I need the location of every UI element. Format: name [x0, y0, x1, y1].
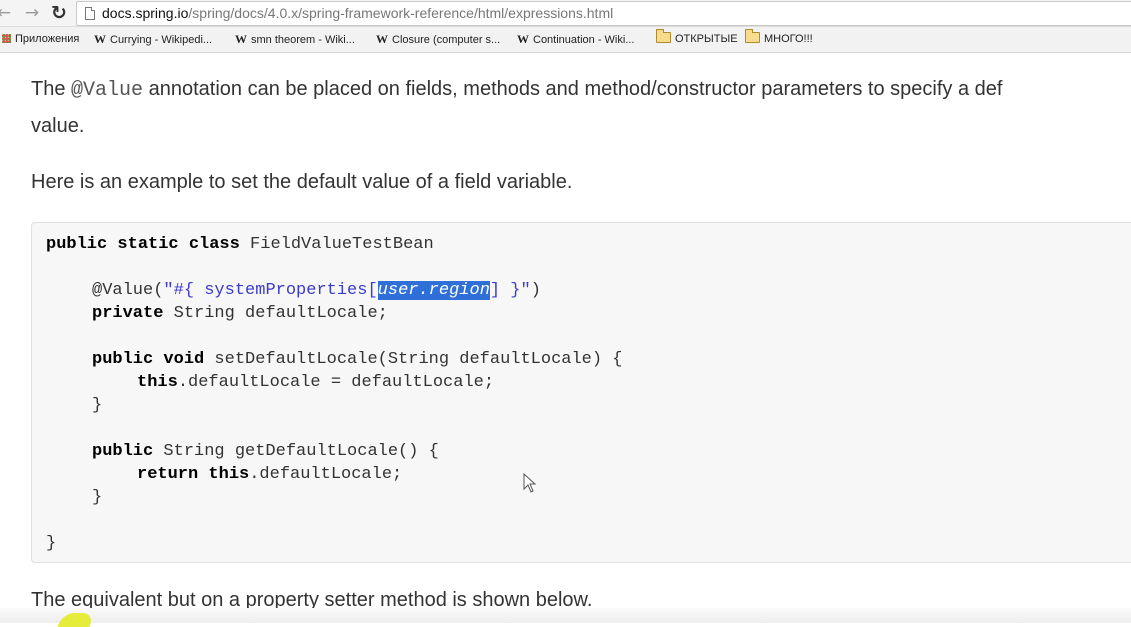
bookmark-label: Closure (computer s...	[392, 34, 501, 46]
bookmark-label: ОТКРЫТЫЕ	[675, 33, 738, 45]
bookmark-closure[interactable]: W Closure (computer s...	[375, 31, 500, 47]
bookmark-label: Приложения	[15, 33, 80, 45]
code-text: .defaultLocale;	[249, 465, 403, 484]
address-bar[interactable]: docs.spring.io/spring/docs/4.0.x/spring-…	[76, 1, 1131, 26]
apps-grid-icon	[2, 34, 11, 43]
arrow-left-icon[interactable]: ←	[0, 3, 14, 23]
bookmark-currying[interactable]: W Currying - Wikipedi...	[93, 31, 212, 47]
bookmark-folder-mnogo[interactable]: МНОГО!!!	[745, 29, 813, 47]
keyword: return this	[137, 465, 250, 484]
string-literal: "#{ systemProperties[	[163, 281, 378, 300]
wikipedia-icon: W	[94, 32, 106, 46]
code-text: FieldValueTestBean	[239, 235, 434, 254]
code-line: public static class FieldValueTestBean	[46, 233, 434, 256]
code-text: String defaultLocale;	[163, 304, 388, 323]
bookmark-label: МНОГО!!!	[764, 33, 813, 45]
code-line: @Value("#{ systemProperties[user.region]…	[92, 279, 541, 302]
code-line: }	[46, 534, 57, 553]
keyword: public void	[92, 350, 205, 369]
keyword: this	[137, 373, 178, 392]
text: annotation can be placed on fields, meth…	[143, 78, 1003, 100]
reload-icon[interactable]: ↻	[49, 3, 69, 23]
code-line: public String getDefaultLocale() {	[92, 440, 439, 463]
bookmarks-bar: Приложения W Currying - Wikipedi... Wsmn …	[0, 27, 1131, 53]
bookmark-continuation[interactable]: W Continuation - Wiki...	[516, 31, 634, 47]
code-line: }	[92, 488, 103, 507]
wikipedia-icon: W	[235, 32, 247, 46]
paragraph-example-intro: Here is an example to set the default va…	[31, 171, 573, 193]
code-line: public void setDefaultLocale(String defa…	[92, 348, 623, 371]
paragraph-continuation: value.	[31, 115, 85, 137]
url-host: docs.spring.io	[102, 5, 189, 21]
bookmark-label: Continuation - Wiki...	[533, 34, 635, 46]
string-literal: ] }"	[489, 281, 531, 300]
annotation: @Value(	[92, 281, 164, 300]
selected-text[interactable]: user.region	[377, 281, 490, 300]
wikipedia-icon: W	[517, 32, 529, 46]
code-block: public static class FieldValueTestBean @…	[31, 222, 1131, 563]
page-icon	[85, 7, 95, 20]
keyword: public static class	[46, 235, 240, 254]
code-text: setDefaultLocale(String defaultLocale) {	[204, 350, 623, 369]
inline-code: @Value	[71, 79, 144, 102]
text: The	[31, 78, 72, 100]
browser-toolbar: ← → ↻ docs.spring.io/spring/docs/4.0.x/s…	[0, 0, 1131, 27]
bookmark-apps[interactable]: Приложения	[2, 31, 79, 47]
bookmark-label: Currying - Wikipedi...	[110, 34, 213, 46]
url-path: /spring/docs/4.0.x/spring-framework-refe…	[188, 5, 614, 21]
wikipedia-icon: W	[376, 32, 388, 46]
code-line: private String defaultLocale;	[92, 302, 388, 325]
code-line: this.defaultLocale = defaultLocale;	[137, 371, 494, 394]
mouse-cursor-icon	[523, 473, 537, 493]
arrow-right-icon[interactable]: →	[22, 3, 42, 23]
address-url[interactable]: docs.spring.io/spring/docs/4.0.x/spring-…	[102, 4, 613, 22]
code-line: }	[92, 396, 103, 415]
code-text: )	[530, 281, 541, 300]
code-line: return this.defaultLocale;	[137, 463, 402, 486]
bookmark-label: smn theorem - Wiki...	[251, 34, 355, 46]
bookmark-smn-theorem[interactable]: Wsmn theorem - Wiki...	[234, 31, 355, 47]
folder-icon	[656, 29, 671, 43]
bookmark-folder-otkrytye[interactable]: ОТКРЫТЫЕ	[656, 29, 738, 47]
code-text: String getDefaultLocale() {	[153, 442, 439, 461]
page-content: The @Value annotation can be placed on f…	[0, 53, 1131, 623]
keyword: private	[92, 304, 164, 323]
bottom-strip	[0, 608, 1131, 623]
code-text: .defaultLocale = defaultLocale;	[177, 373, 495, 392]
folder-icon	[745, 29, 760, 43]
paragraph-value-annotation: The @Value annotation can be placed on f…	[31, 71, 1002, 109]
keyword: public	[92, 442, 154, 461]
